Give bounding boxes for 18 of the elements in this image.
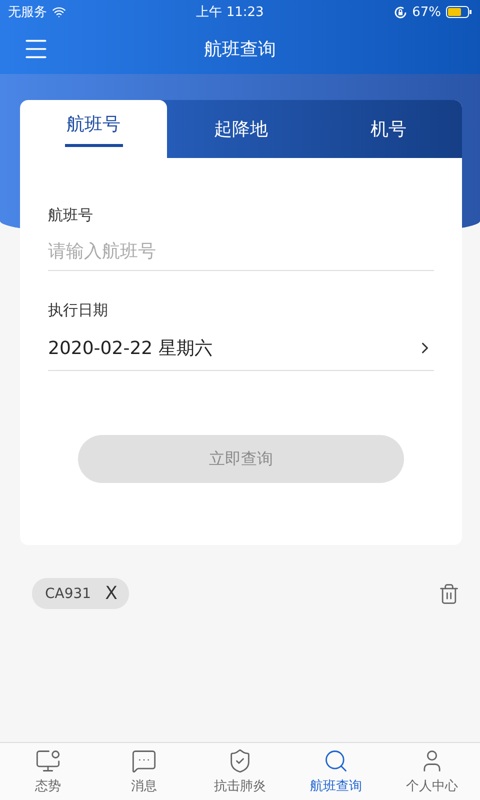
page-title: 航班查询 <box>203 38 277 61</box>
battery-percent: 67% <box>412 4 441 20</box>
carrier-text: 无服务 <box>8 4 47 21</box>
chip-label: CA931 <box>45 586 92 602</box>
field-label: 航班号 <box>48 206 94 225</box>
nav-item[interactable]: 个人中心 <box>384 743 480 800</box>
nav-item[interactable]: 抗击肺炎 <box>192 743 288 800</box>
nav-item[interactable]: 态势 <box>0 743 96 800</box>
nav-item[interactable]: 航班查询 <box>288 743 384 800</box>
field-label: 执行日期 <box>48 301 109 320</box>
history-chip[interactable]: CA931 X <box>32 578 130 609</box>
nav-item[interactable]: 消息 <box>96 743 192 800</box>
tab[interactable]: 机号 <box>314 100 462 158</box>
date-field[interactable]: 2020-02-22 星期六 <box>48 330 434 371</box>
remove-button[interactable]: X <box>105 583 118 604</box>
tab[interactable]: 起降地 <box>167 100 315 158</box>
status-time: 上午 11:23 <box>196 4 264 21</box>
tab[interactable]: 航班号 <box>20 100 168 158</box>
